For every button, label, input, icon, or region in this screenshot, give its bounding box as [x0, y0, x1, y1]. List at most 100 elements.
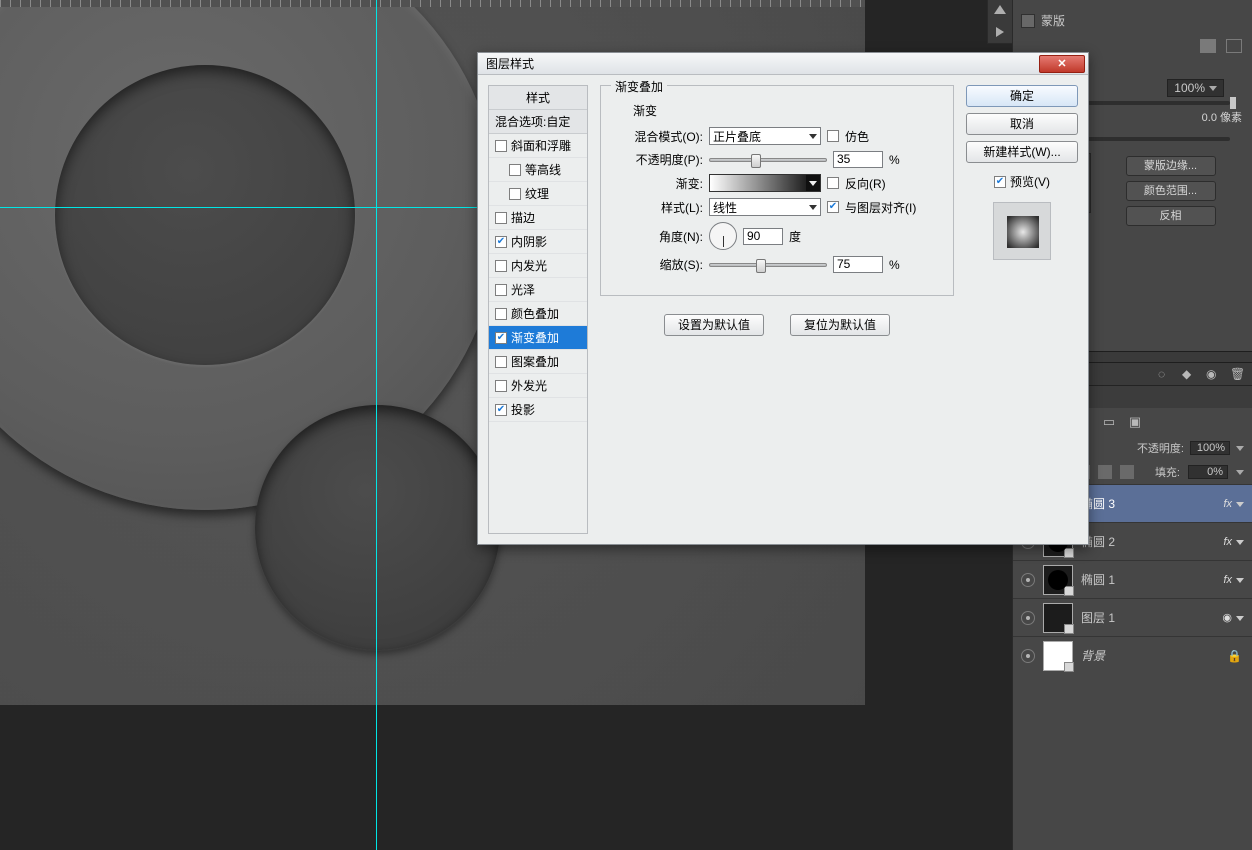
style-item[interactable]: 描边: [489, 206, 587, 230]
visibility-toggle[interactable]: [1021, 649, 1035, 663]
style-item-label: 投影: [511, 401, 535, 418]
cancel-button[interactable]: 取消: [966, 113, 1078, 135]
scale-slider[interactable]: [709, 263, 827, 267]
ok-button[interactable]: 确定: [966, 85, 1078, 107]
chevron-down-icon[interactable]: [1236, 470, 1244, 475]
angle-dial[interactable]: [709, 222, 737, 250]
layer-name[interactable]: 背景: [1081, 647, 1105, 664]
reset-default-button[interactable]: 复位为默认值: [790, 314, 890, 336]
pct-symbol: %: [889, 153, 900, 167]
style-item[interactable]: 渐变叠加: [489, 326, 587, 350]
blend-mode-select[interactable]: 正片叠底: [709, 127, 821, 145]
style-checkbox[interactable]: [495, 332, 507, 344]
apply-mask-icon[interactable]: ◆: [1182, 367, 1196, 381]
style-item[interactable]: 纹理: [489, 182, 587, 206]
set-default-button[interactable]: 设置为默认值: [664, 314, 764, 336]
style-item[interactable]: 光泽: [489, 278, 587, 302]
style-checkbox[interactable]: [495, 308, 507, 320]
new-style-button[interactable]: 新建样式(W)...: [966, 141, 1078, 163]
dialog-titlebar[interactable]: 图层样式 ✕: [478, 53, 1088, 75]
delete-mask-icon[interactable]: 🗑: [1230, 367, 1244, 381]
styles-header[interactable]: 样式: [489, 86, 587, 110]
fx-indicator[interactable]: fx: [1223, 536, 1244, 548]
toggle-mask-icon[interactable]: ◉: [1206, 367, 1220, 381]
layer-thumbnail[interactable]: [1043, 603, 1073, 633]
pixel-mask-icon[interactable]: [1200, 39, 1216, 53]
layer-name[interactable]: 椭圆 1: [1081, 571, 1115, 588]
style-checkbox[interactable]: [495, 140, 507, 152]
style-checkbox[interactable]: [495, 212, 507, 224]
style-select[interactable]: 线性: [709, 198, 821, 216]
color-range-button[interactable]: 颜色范围...: [1126, 181, 1216, 201]
layer-row[interactable]: 椭圆 1 fx: [1013, 560, 1252, 598]
mask-edge-button[interactable]: 蒙版边缘...: [1126, 156, 1216, 176]
style-item[interactable]: 投影: [489, 398, 587, 422]
style-checkbox[interactable]: [495, 260, 507, 272]
style-item[interactable]: 图案叠加: [489, 350, 587, 374]
dither-checkbox[interactable]: [827, 130, 839, 142]
fx-indicator[interactable]: fx: [1223, 498, 1244, 510]
reverse-checkbox[interactable]: [827, 177, 839, 189]
lock-position-icon[interactable]: [1098, 465, 1112, 479]
visibility-toggle[interactable]: [1021, 573, 1035, 587]
align-label: 与图层对齐(I): [845, 199, 916, 216]
style-checkbox[interactable]: [495, 380, 507, 392]
angle-input[interactable]: 90: [743, 228, 783, 245]
play-icon[interactable]: [996, 27, 1004, 37]
layer-name[interactable]: 图层 1: [1081, 609, 1115, 626]
lock-all-icon[interactable]: [1120, 465, 1134, 479]
style-item[interactable]: 内阴影: [489, 230, 587, 254]
layer-row[interactable]: 背景 🔒: [1013, 636, 1252, 674]
blending-options[interactable]: 混合选项:自定: [489, 110, 587, 134]
load-selection-icon[interactable]: ◌: [1158, 367, 1172, 381]
density-value[interactable]: 100%: [1167, 79, 1224, 97]
ruler-horizontal: [0, 0, 865, 7]
style-checkbox[interactable]: [509, 164, 521, 176]
style-checkbox[interactable]: [495, 356, 507, 368]
style-item-label: 描边: [511, 209, 535, 226]
style-item-label: 渐变叠加: [511, 329, 559, 346]
vector-mask-icon[interactable]: [1226, 39, 1242, 53]
scale-input[interactable]: 75: [833, 256, 883, 273]
layer-thumbnail[interactable]: [1043, 641, 1073, 671]
filter-shape-icon[interactable]: ▭: [1101, 414, 1117, 430]
layer-style-dialog: 图层样式 ✕ 样式 混合选项:自定 斜面和浮雕等高线纹理描边内阴影内发光光泽颜色…: [477, 52, 1089, 545]
lock-icon: 🔒: [1227, 649, 1242, 663]
opacity-input[interactable]: 35: [833, 151, 883, 168]
style-item-label: 等高线: [525, 161, 561, 178]
guide-vertical[interactable]: [376, 0, 377, 850]
mask-icon: [1021, 14, 1035, 28]
style-checkbox[interactable]: [495, 404, 507, 416]
style-item[interactable]: 外发光: [489, 374, 587, 398]
style-item[interactable]: 等高线: [489, 158, 587, 182]
style-item[interactable]: 颜色叠加: [489, 302, 587, 326]
scale-label: 缩放(S):: [617, 256, 703, 273]
opacity-slider[interactable]: [709, 158, 827, 162]
fill-field[interactable]: 0%: [1188, 465, 1228, 479]
style-checkbox[interactable]: [509, 188, 521, 200]
preview-checkbox[interactable]: [994, 176, 1006, 188]
preview-label: 预览(V): [1010, 173, 1050, 190]
style-checkbox[interactable]: [495, 236, 507, 248]
mask-panel-title: 蒙版: [1041, 12, 1065, 29]
close-button[interactable]: ✕: [1039, 55, 1085, 73]
pct-symbol: %: [889, 258, 900, 272]
style-item-label: 颜色叠加: [511, 305, 559, 322]
opacity-label: 不透明度(P):: [617, 151, 703, 168]
fx-indicator[interactable]: fx: [1223, 574, 1244, 586]
filter-smart-icon[interactable]: ▣: [1127, 414, 1143, 430]
visibility-toggle[interactable]: [1021, 611, 1035, 625]
gradient-picker[interactable]: [709, 174, 821, 192]
chevron-down-icon[interactable]: [1236, 446, 1244, 451]
panel-collapse-strip[interactable]: [987, 0, 1013, 44]
layer-row[interactable]: 图层 1 ◉: [1013, 598, 1252, 636]
opacity-field[interactable]: 100%: [1190, 441, 1230, 455]
style-item[interactable]: 内发光: [489, 254, 587, 278]
layer-thumbnail[interactable]: [1043, 565, 1073, 595]
align-checkbox[interactable]: [827, 201, 839, 213]
link-indicator[interactable]: ◉: [1222, 611, 1244, 624]
style-checkbox[interactable]: [495, 284, 507, 296]
invert-button[interactable]: 反相: [1126, 206, 1216, 226]
style-item[interactable]: 斜面和浮雕: [489, 134, 587, 158]
histogram-icon[interactable]: [994, 5, 1006, 14]
